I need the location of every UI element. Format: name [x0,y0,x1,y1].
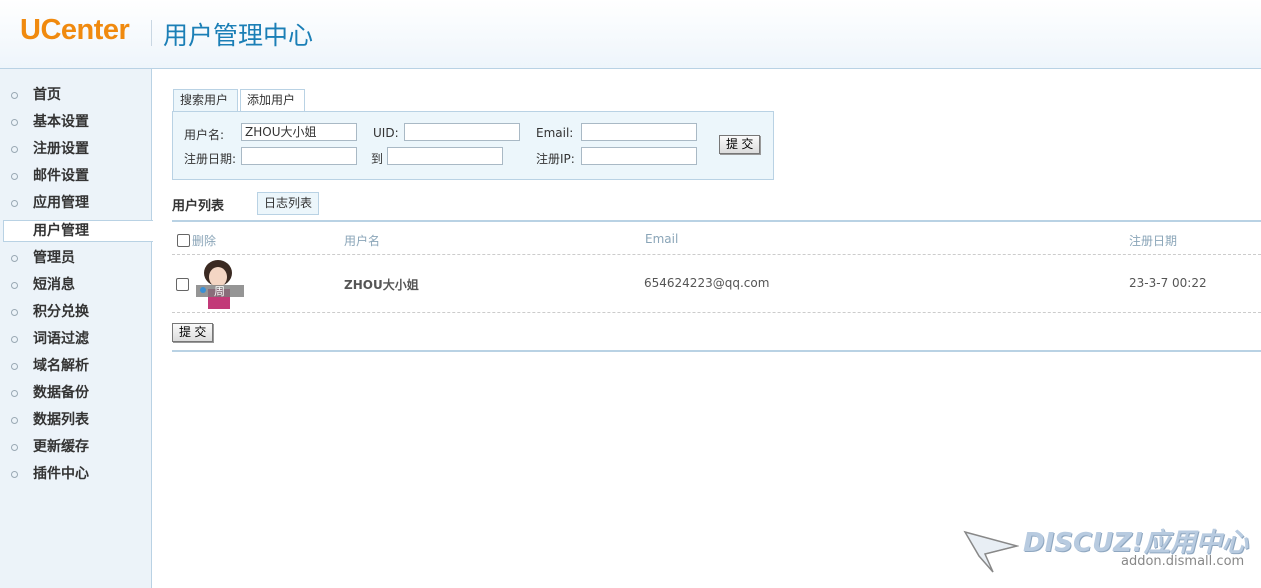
regip-label: 注册IP: [536,152,575,166]
log-list-button[interactable]: 日志列表 [257,192,320,215]
tab-add-user[interactable]: 添加用户 [240,89,305,111]
sidebar-item-label: 用户管理 [33,223,89,239]
username-label: 用户名: [184,128,225,142]
sidebar-item-6[interactable]: 管理员 [0,245,151,272]
search-submit-button[interactable]: 提 交 [719,135,761,154]
circle-bullet-icon [11,444,18,451]
sidebar-item-label: 更新缓存 [33,439,89,455]
to-label: 到 [371,152,384,166]
circle-bullet-icon [11,390,18,397]
uid-input[interactable] [404,123,520,141]
paper-plane-icon [963,530,1019,573]
regdate-from-input[interactable] [241,147,357,165]
sidebar: 首页基本设置注册设置邮件设置应用管理用户管理管理员短消息积分兑换词语过滤域名解析… [0,69,153,588]
sidebar-item-label: 短消息 [33,277,75,293]
circle-bullet-icon [11,471,18,478]
discuz-watermark: DISCUZ!应用中心 addon.dismall.com [963,522,1253,582]
sidebar-item-label: 应用管理 [33,195,89,211]
watermark-url: addon.dismall.com [1121,554,1245,569]
column-header-email: Email [645,232,679,246]
sidebar-item-label: 注册设置 [33,141,89,157]
sidebar-item-label: 数据备份 [33,385,89,401]
row-divider [172,312,1261,313]
sidebar-item-label: 基本设置 [33,114,89,130]
row-email: 654624223@qq.com [644,276,770,290]
sidebar-item-label: 积分兑换 [33,304,89,320]
sidebar-item-8[interactable]: 积分兑换 [0,299,151,326]
sidebar-item-0[interactable]: 首页 [0,82,151,109]
sidebar-item-label: 管理员 [33,250,75,266]
list-submit-button[interactable]: 提 交 [172,323,214,342]
sidebar-item-2[interactable]: 注册设置 [0,136,151,163]
circle-bullet-icon [11,417,18,424]
table-bottom-border [172,350,1261,352]
circle-bullet-icon [11,336,18,343]
avatar[interactable]: 周 [196,259,244,309]
username-input[interactable] [241,123,357,141]
uid-label: UID: [373,126,399,140]
sidebar-item-4[interactable]: 应用管理 [0,190,151,217]
circle-bullet-icon [11,200,18,207]
email-label: Email: [536,126,574,140]
circle-bullet-icon [11,255,18,262]
column-header-delete: 删除 [192,234,217,248]
sidebar-item-label: 首页 [33,87,61,103]
row-username[interactable]: ZHOU大小姐 [344,276,419,293]
tab-search-user[interactable]: 搜索用户 [173,89,238,112]
sidebar-item-13[interactable]: 更新缓存 [0,434,151,461]
select-all-checkbox[interactable] [177,234,190,247]
search-panel: 用户名: UID: Email: 注册日期: 到 注册IP: 提 交 [172,111,774,180]
sidebar-item-5[interactable]: 用户管理 [3,220,153,242]
sidebar-item-label: 词语过滤 [33,331,89,347]
header: UCenter 用户管理中心 [0,0,1261,69]
table-top-border [172,220,1261,222]
page-title: 用户管理中心 [163,21,314,50]
user-list-title: 用户列表 [172,199,225,214]
sidebar-item-9[interactable]: 词语过滤 [0,326,151,353]
sidebar-item-label: 插件中心 [33,466,89,482]
circle-bullet-icon [11,119,18,126]
sidebar-menu: 首页基本设置注册设置邮件设置应用管理用户管理管理员短消息积分兑换词语过滤域名解析… [0,82,153,488]
circle-bullet-icon [11,309,18,316]
row-regdate: 23-3-7 00:22 [1129,276,1207,290]
circle-bullet-icon [11,146,18,153]
header-divider [151,20,152,46]
circle-bullet-icon [11,92,18,99]
column-header-username: 用户名 [344,234,381,248]
sidebar-item-label: 域名解析 [33,358,89,374]
regdate-to-input[interactable] [387,147,503,165]
sidebar-item-label: 数据列表 [33,412,89,428]
sidebar-item-12[interactable]: 数据列表 [0,407,151,434]
regdate-label: 注册日期: [184,152,237,166]
sidebar-item-label: 邮件设置 [33,168,89,184]
circle-bullet-icon [11,173,18,180]
sidebar-item-14[interactable]: 插件中心 [0,461,151,488]
column-header-regdate: 注册日期 [1129,234,1178,248]
svg-text:周: 周 [214,285,225,298]
row-checkbox[interactable] [176,278,189,291]
circle-bullet-icon [11,363,18,370]
regip-input[interactable] [581,147,697,165]
sidebar-item-11[interactable]: 数据备份 [0,380,151,407]
sidebar-item-1[interactable]: 基本设置 [0,109,151,136]
circle-bullet-icon [11,282,18,289]
row-divider [172,254,1261,255]
ucenter-logo[interactable]: UCenter [20,14,130,47]
sidebar-item-3[interactable]: 邮件设置 [0,163,151,190]
sidebar-item-10[interactable]: 域名解析 [0,353,151,380]
sidebar-item-7[interactable]: 短消息 [0,272,151,299]
email-input[interactable] [581,123,697,141]
